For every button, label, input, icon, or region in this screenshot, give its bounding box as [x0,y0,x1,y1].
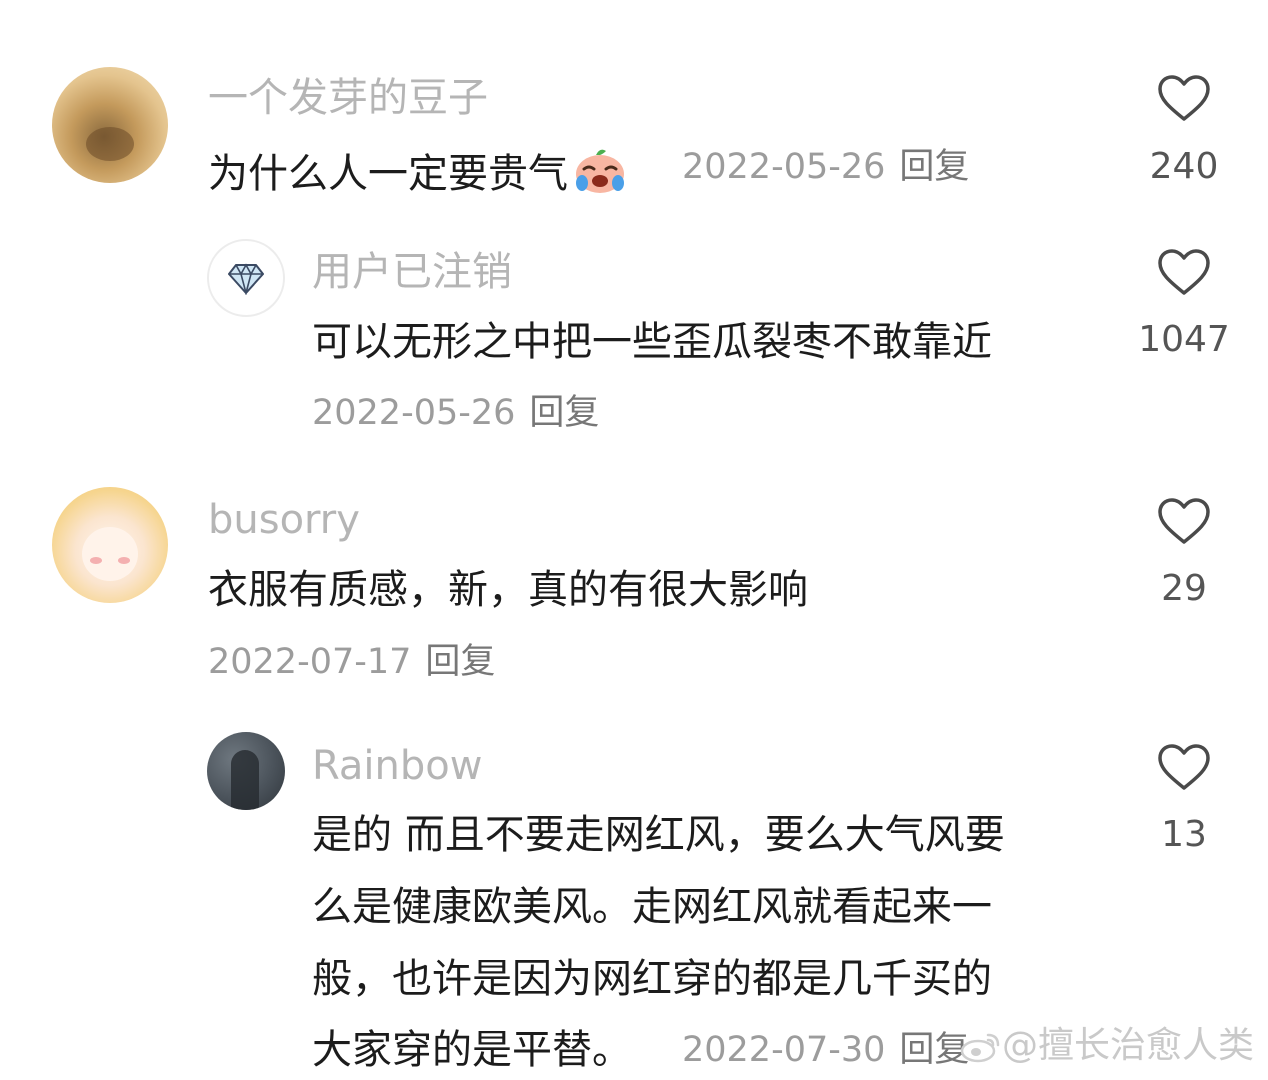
comment-meta: 2022-05-26 回复 [312,396,599,431]
like-count: 29 [1161,568,1207,609]
comment-date: 2022-05-26 [682,147,886,187]
comment-text: 衣服有质感，新，真的有很大影响 [208,567,808,613]
like-count: 13 [1161,814,1207,855]
heart-icon[interactable] [1157,743,1211,791]
heart-icon[interactable] [1157,248,1211,296]
comment-text-line: 大家穿的是平替。 [312,1027,632,1073]
comment-text-content: 为什么人一定要贵气 [208,151,568,197]
comment-username[interactable]: 用户已注销 [312,252,512,292]
comment-text: 可以无形之中把一些歪瓜裂枣不敢靠近 [312,319,992,365]
comment-date: 2022-05-26 [312,393,516,433]
avatar[interactable] [52,67,168,183]
reply-button[interactable]: 回复 [899,1030,969,1070]
comment-username[interactable]: 一个发芽的豆子 [208,78,488,118]
reply-button[interactable]: 回复 [899,147,969,187]
heart-icon[interactable] [1157,497,1211,545]
comment-text: 为什么人一定要贵气 [208,145,630,195]
avatar[interactable] [207,732,285,810]
comment-username[interactable]: Rainbow [312,746,482,786]
comment-meta: 2022-07-30 回复 [682,1033,969,1068]
comment-date: 2022-07-30 [682,1030,886,1070]
reply-button[interactable]: 回复 [529,393,599,433]
comment-meta: 2022-05-26 回复 [682,150,969,185]
comment-text-line: 般，也许是因为网红穿的都是几千买的 [312,956,992,1002]
comment-text-line: 是的 而且不要走网红风，要么大气风要 [312,812,1005,858]
avatar[interactable] [207,239,285,317]
like-count: 1047 [1138,319,1230,360]
watermark: @擅长治愈人类 [960,1028,1254,1064]
comment-text-line: 么是健康欧美风。走网红风就看起来一 [312,884,992,930]
comment-meta: 2022-07-17 回复 [208,645,495,680]
comment-list: 一个发芽的豆子 为什么人一定要贵气 2022-05-26 回复 240 用户已注销… [0,0,1268,1080]
comment-date: 2022-07-17 [208,642,412,682]
reply-button[interactable]: 回复 [425,642,495,682]
avatar[interactable] [52,487,168,603]
crying-face-emoji-icon [576,149,624,193]
comment-username[interactable]: busorry [208,500,360,540]
heart-icon[interactable] [1157,74,1211,122]
watermark-text: @擅长治愈人类 [1001,1025,1254,1066]
weibo-logo-icon [960,1033,1000,1063]
like-count: 240 [1149,146,1219,187]
diamond-icon [228,263,264,295]
